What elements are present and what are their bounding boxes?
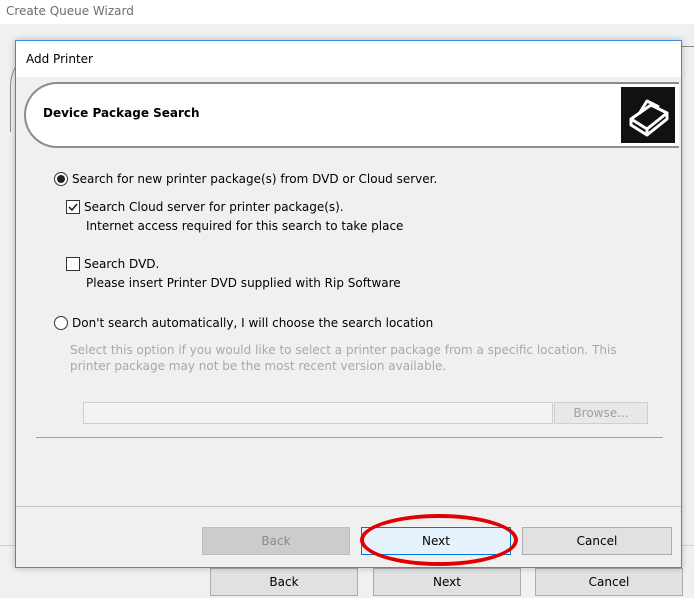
section-title: Device Package Search [43, 106, 200, 120]
back-button[interactable]: Back [202, 527, 350, 555]
radio-unselected-icon[interactable] [54, 316, 68, 330]
printer-icon [621, 87, 675, 143]
manual-description-line1: Select this option if you would like to … [70, 343, 617, 357]
radio-search-label: Search for new printer package(s) from D… [72, 172, 438, 186]
radio-manual-option[interactable]: Don't search automatically, I will choos… [54, 315, 433, 331]
checkbox-cloud-option[interactable]: Search Cloud server for printer package(… [66, 199, 344, 215]
outer-cancel-button[interactable]: Cancel [535, 568, 683, 596]
dialog-title: Add Printer [26, 52, 93, 66]
dvd-note: Please insert Printer DVD supplied with … [86, 276, 401, 290]
checkbox-cloud-label: Search Cloud server for printer package(… [84, 200, 344, 214]
cancel-button[interactable]: Cancel [522, 527, 672, 555]
checkmark-icon[interactable] [66, 200, 80, 214]
browse-button[interactable]: Browse... [554, 402, 648, 424]
checkbox-dvd-option[interactable]: Search DVD. [66, 256, 159, 272]
add-printer-dialog: Add Printer Device Package Search Search… [15, 40, 682, 568]
dialog-titlebar: Add Printer [16, 41, 681, 77]
next-button[interactable]: Next [361, 527, 511, 555]
separator [36, 437, 663, 438]
outer-wizard-title: Create Queue Wizard [6, 4, 134, 18]
outer-back-button[interactable]: Back [210, 568, 358, 596]
radio-search-option[interactable]: Search for new printer package(s) from D… [54, 171, 437, 187]
section-header: Device Package Search [24, 82, 679, 148]
outer-next-button[interactable]: Next [373, 568, 521, 596]
checkbox-dvd-label: Search DVD. [84, 257, 160, 271]
radio-selected-icon[interactable] [54, 172, 68, 186]
manual-description-line2: printer package may not be the most rece… [70, 359, 447, 373]
radio-manual-label: Don't search automatically, I will choos… [72, 316, 434, 330]
package-path-input[interactable] [83, 402, 553, 424]
checkbox-empty-icon[interactable] [66, 257, 80, 271]
footer-divider [16, 506, 681, 507]
cloud-note: Internet access required for this search… [86, 219, 404, 233]
